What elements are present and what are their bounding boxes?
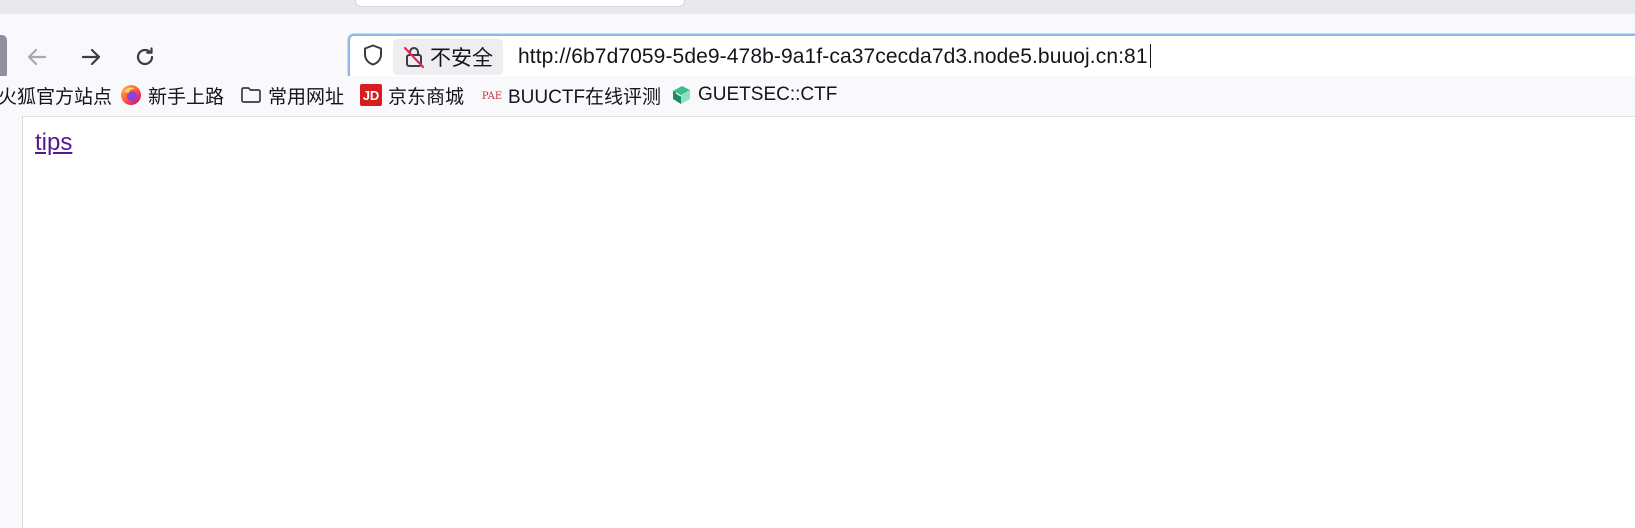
folder-icon [240, 85, 262, 105]
tab-strip [0, 0, 1635, 14]
bookmark-label: 常用网址 [268, 86, 345, 108]
active-tab[interactable] [355, 0, 685, 7]
forward-button[interactable] [74, 40, 108, 74]
bookmark-label: GUETSEC::CTF [698, 84, 838, 105]
address-bar[interactable]: 不安全 http://6b7d7059-5de9-478b-9a1f-ca37c… [348, 34, 1635, 80]
bookmark-label: BUUCTF在线评测 [508, 86, 662, 108]
bookmarks-toolbar: 火狐官方站点 新手上路 常用网址 JD 京东商城 PAE BUUCTF在线评测 … [0, 76, 1635, 114]
arrow-right-icon [79, 45, 103, 69]
bookmark-guetsec[interactable]: GUETSEC::CTF [670, 81, 837, 109]
bookmark-folder-common[interactable]: 常用网址 [240, 81, 344, 109]
bookmark-buuctf[interactable]: PAE BUUCTF在线评测 [482, 81, 661, 109]
sidebar-toggle-button[interactable] [0, 35, 7, 79]
arrow-left-icon [25, 45, 49, 69]
firefox-icon [120, 84, 142, 106]
content-left-gutter [0, 116, 23, 528]
bookmark-label: 火狐官方站点 [0, 86, 113, 108]
svg-text:PAE: PAE [482, 91, 502, 102]
security-label: 不安全 [430, 47, 493, 70]
reload-icon [133, 45, 157, 69]
url-text: http://6b7d7059-5de9-478b-9a1f-ca37cecda… [518, 45, 1148, 68]
bookmark-label: 新手上路 [148, 86, 225, 108]
reload-button[interactable] [128, 40, 162, 74]
tracking-protection-button[interactable] [358, 42, 388, 72]
url-input[interactable]: http://6b7d7059-5de9-478b-9a1f-ca37cecda… [518, 44, 1151, 69]
bookmark-jd[interactable]: JD 京东商城 [360, 81, 464, 109]
bookmark-firefox-official[interactable]: 火狐官方站点 [0, 81, 112, 109]
svg-text:JD: JD [363, 88, 380, 103]
tips-link[interactable]: tips [35, 129, 72, 157]
page-content: tips [23, 116, 1635, 528]
lock-slash-icon [403, 45, 425, 69]
buuctf-icon: PAE [482, 87, 502, 103]
bookmark-label: 京东商城 [388, 86, 465, 108]
bookmark-getting-started[interactable]: 新手上路 [120, 81, 224, 109]
back-button[interactable] [20, 40, 54, 74]
text-caret [1149, 44, 1151, 68]
guetsec-icon [670, 84, 692, 106]
shield-icon [361, 43, 385, 72]
jd-icon: JD [360, 84, 382, 106]
site-security-indicator[interactable]: 不安全 [393, 39, 503, 75]
